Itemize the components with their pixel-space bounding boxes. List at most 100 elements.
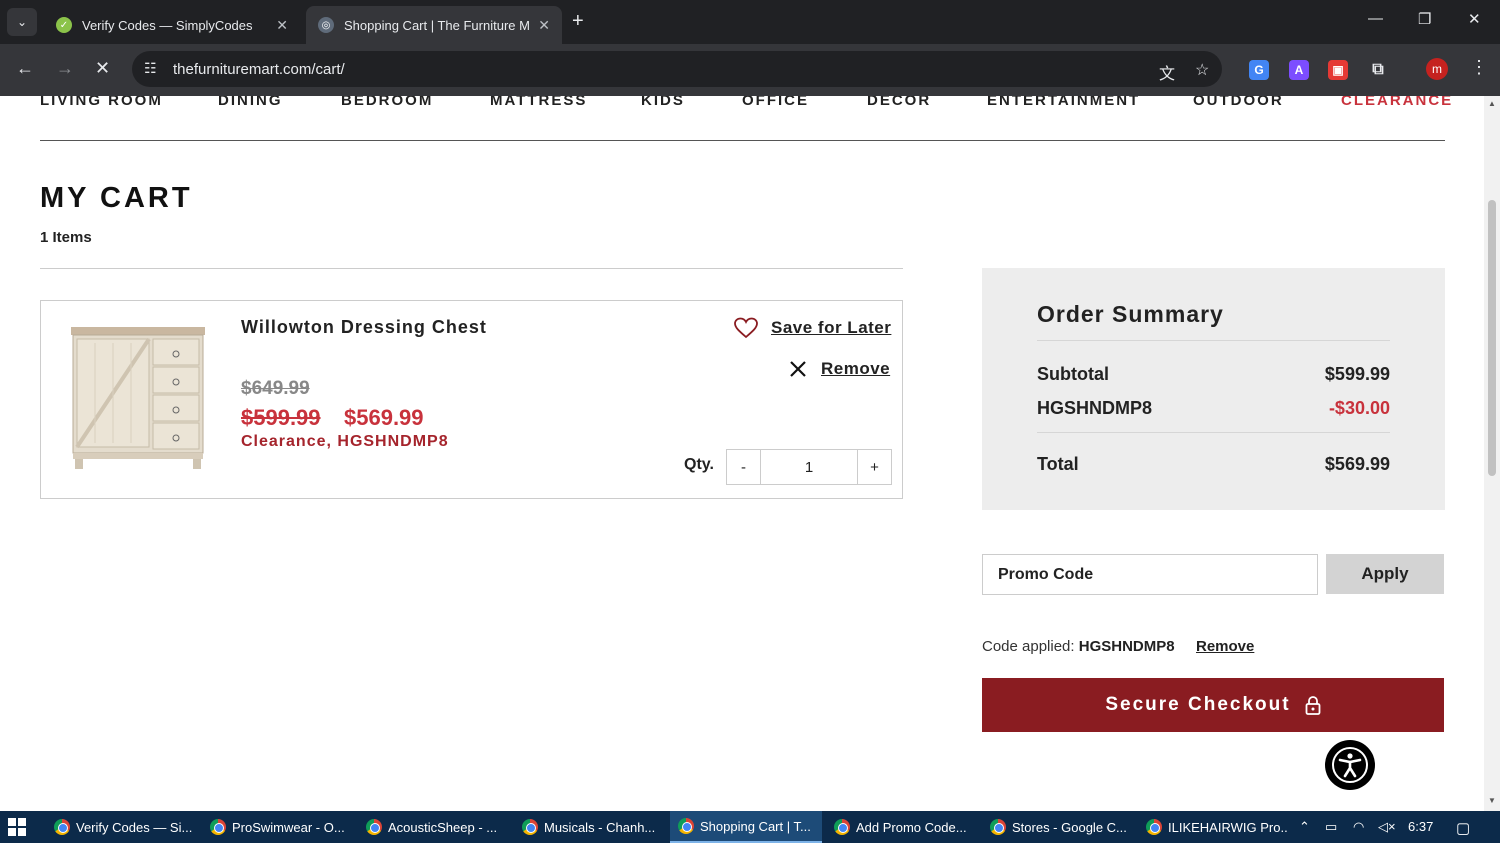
url-text[interactable]: thefurnituremart.com/cart/ (173, 61, 345, 78)
discount-row: HGSHNDMP8 -$30.00 (1037, 398, 1390, 419)
discount-value: -$30.00 (1328, 398, 1390, 418)
site-settings-icon[interactable]: ☷ (144, 60, 157, 77)
translate-icon[interactable]: ⽂ (1159, 60, 1175, 84)
nav-divider (40, 140, 1445, 141)
windows-start-icon[interactable] (8, 818, 26, 836)
subtotal-value: $599.99 (1324, 364, 1390, 384)
close-window-icon[interactable]: ✕ (1468, 10, 1481, 28)
summary-divider (1037, 340, 1390, 341)
notification-icon[interactable]: ▢ (1456, 819, 1470, 837)
close-icon (790, 361, 806, 377)
chevron-down-icon: ⌄ (16, 15, 28, 29)
decrease-quantity-button[interactable]: - (727, 450, 761, 484)
taskbar-item[interactable]: Stores - Google C... (982, 811, 1132, 843)
applied-code: HGSHNDMP8 (1078, 638, 1175, 655)
quantity-input[interactable]: 1 (761, 450, 857, 484)
chrome-icon (210, 819, 226, 835)
discount-code-label: HGSHNDMP8 (1037, 398, 1153, 418)
tab-title: Shopping Cart | The Furniture Mart (344, 17, 531, 33)
simplycodes-favicon-icon: ✓ (56, 17, 72, 33)
taskbar-item[interactable]: Verify Codes — Si... (46, 811, 196, 843)
minimize-icon[interactable]: — (1368, 10, 1383, 27)
wifi-icon[interactable]: ◠ (1353, 819, 1364, 835)
nav-outdoor[interactable]: OUTDOOR (1193, 96, 1284, 109)
total-label: Total (1037, 454, 1079, 474)
scroll-up-icon[interactable]: ▲ (1488, 99, 1496, 108)
browser-chrome: ⌄ ✓ Verify Codes — SimplyCodes ✕ ◎ Shopp… (0, 0, 1500, 96)
nav-clearance[interactable]: CLEARANCE (1341, 96, 1453, 109)
save-for-later-button[interactable]: Save for Later (733, 317, 891, 339)
chrome-icon (522, 819, 538, 835)
taskbar-item-active[interactable]: Shopping Cart | T... (670, 811, 822, 843)
tray-chevron-up-icon[interactable]: ⌃ (1299, 819, 1310, 835)
address-bar[interactable]: ☷ thefurnituremart.com/cart/ ⽂ ☆ (132, 51, 1222, 87)
taskbar-item[interactable]: ILIKEHAIRWIG Pro... (1138, 811, 1288, 843)
apply-promo-button[interactable]: Apply (1326, 554, 1444, 594)
promo-code-input[interactable] (982, 554, 1318, 595)
furniture-mart-favicon-icon: ◎ (318, 17, 334, 33)
chrome-icon (834, 819, 850, 835)
profile-avatar[interactable]: m (1426, 58, 1448, 80)
chrome-icon (678, 818, 694, 834)
google-translate-extension-icon[interactable]: G (1249, 60, 1269, 80)
back-icon[interactable]: ← (16, 58, 34, 79)
stop-loading-icon[interactable]: ✕ (95, 58, 110, 79)
tab-search-button[interactable]: ⌄ (7, 8, 37, 36)
total-row: Total $569.99 (1037, 454, 1390, 475)
product-image[interactable] (67, 323, 207, 473)
nav-office[interactable]: OFFICE (742, 96, 809, 109)
tab-strip: ⌄ ✓ Verify Codes — SimplyCodes ✕ ◎ Shopp… (0, 0, 1500, 44)
increase-quantity-button[interactable]: + (857, 450, 891, 484)
clock-time[interactable]: 6:37 (1408, 819, 1433, 834)
save-for-later-label[interactable]: Save for Later (771, 318, 891, 338)
remove-item-button[interactable]: Remove (789, 359, 890, 379)
nav-kids[interactable]: KIDS (641, 96, 685, 109)
scrollbar-thumb[interactable] (1488, 200, 1496, 476)
battery-icon[interactable]: ▭ (1325, 819, 1337, 835)
volume-muted-icon[interactable]: ◁× (1378, 819, 1396, 835)
product-name[interactable]: Willowton Dressing Chest (241, 317, 487, 338)
extensions-puzzle-icon[interactable]: ⧉ (1368, 60, 1388, 80)
nav-mattress[interactable]: MATTRESS (490, 96, 587, 109)
forward-icon[interactable]: → (56, 58, 74, 79)
taskbar-item[interactable]: Musicals - Chanh... (514, 811, 664, 843)
scroll-down-icon[interactable]: ▼ (1488, 796, 1496, 805)
quantity-stepper: - 1 + (726, 449, 892, 485)
secure-checkout-label: Secure Checkout (1105, 694, 1291, 715)
accessibility-icon (1332, 747, 1368, 783)
nav-living-room[interactable]: LIVING ROOM (40, 96, 163, 109)
taskbar-item[interactable]: Add Promo Code... (826, 811, 976, 843)
quantity-label: Qty. (684, 456, 714, 473)
chrome-icon (366, 819, 382, 835)
page-title: MY CART (40, 182, 193, 214)
page-scrollbar[interactable]: ▲ ▼ (1484, 96, 1500, 811)
sale-price: $599.99 (241, 405, 321, 430)
tab-shopping-cart[interactable]: ◎ Shopping Cart | The Furniture Mart ✕ (306, 6, 562, 44)
close-tab-icon[interactable]: ✕ (276, 17, 288, 34)
nav-dining[interactable]: DINING (218, 96, 283, 109)
lock-icon (1305, 695, 1321, 715)
gift-extension-icon[interactable]: ▣ (1328, 60, 1348, 80)
close-tab-icon[interactable]: ✕ (538, 17, 550, 34)
restore-icon[interactable]: ❐ (1418, 10, 1431, 28)
taskbar-item[interactable]: AcousticSheep - ... (358, 811, 508, 843)
remove-promo-link[interactable]: Remove (1196, 638, 1254, 655)
font-extension-icon[interactable]: A (1289, 60, 1309, 80)
tab-simplycodes[interactable]: ✓ Verify Codes — SimplyCodes ✕ (44, 6, 300, 44)
page-content: LIVING ROOM DINING BEDROOM MATTRESS KIDS… (0, 96, 1484, 811)
taskbar-item[interactable]: ProSwimwear - O... (202, 811, 352, 843)
nav-entertainment[interactable]: ENTERTAINMENT (987, 96, 1140, 109)
new-tab-icon[interactable]: + (572, 10, 584, 33)
nav-bedroom[interactable]: BEDROOM (341, 96, 433, 109)
subtotal-label: Subtotal (1037, 364, 1109, 384)
secure-checkout-button[interactable]: Secure Checkout (982, 678, 1444, 732)
code-applied-text: Code applied: HGSHNDMP8 (982, 638, 1175, 655)
cart-item: Willowton Dressing Chest $649.99 $599.99… (40, 300, 903, 499)
remove-item-label[interactable]: Remove (821, 359, 890, 379)
bookmark-star-icon[interactable]: ☆ (1195, 60, 1209, 80)
final-price: $569.99 (344, 405, 424, 430)
accessibility-button[interactable] (1325, 740, 1375, 790)
browser-menu-icon[interactable]: ⋮ (1470, 57, 1488, 78)
nav-decor[interactable]: DECOR (867, 96, 931, 109)
subtotal-row: Subtotal $599.99 (1037, 364, 1390, 385)
